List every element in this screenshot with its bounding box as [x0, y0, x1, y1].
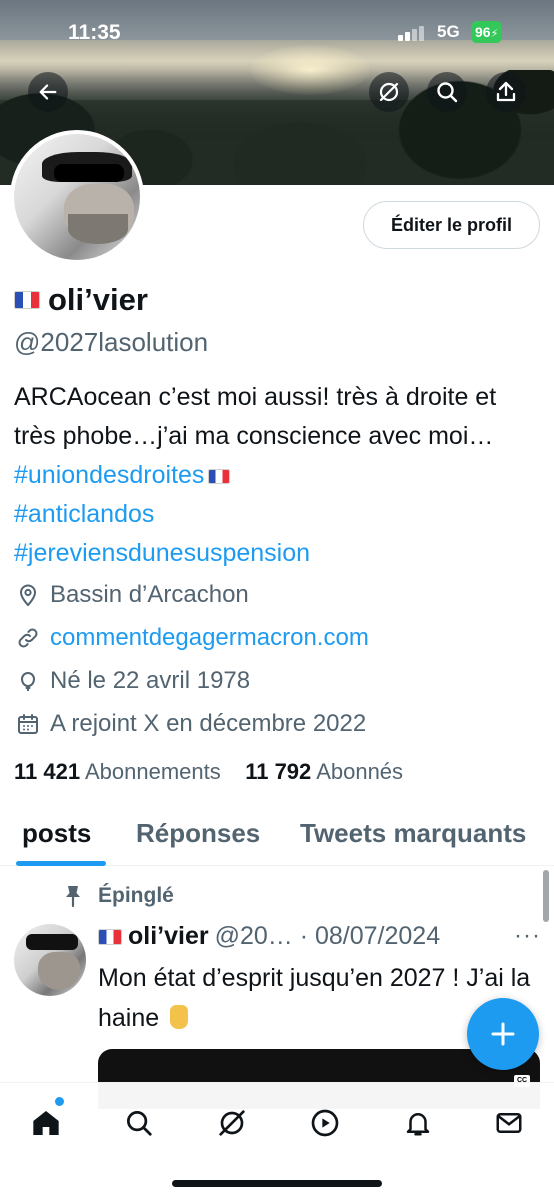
location-row: Bassin d’Arcachon [16, 580, 546, 610]
birthday-row: Né le 22 avril 1978 [16, 666, 546, 696]
search-icon [437, 82, 458, 103]
avatar-photo [14, 134, 140, 260]
follow-counts: 11 421 Abonnements 11 792 Abonnés [14, 759, 403, 785]
status-bar: 11:35 5G 96⚡ [0, 0, 554, 62]
following-link[interactable]: 11 421 Abonnements [14, 759, 221, 784]
signal-icon [398, 25, 428, 41]
followers-count: 11 792 [245, 759, 312, 784]
post-author-name[interactable]: oli’vier [128, 922, 209, 951]
pinned-text: Épinglé [98, 884, 174, 907]
scrollbar[interactable] [543, 870, 549, 922]
share-button[interactable] [486, 72, 526, 112]
post-avatar[interactable] [14, 924, 86, 996]
followers-link[interactable]: 11 792 Abonnés [245, 759, 403, 784]
compose-button[interactable] [467, 998, 539, 1070]
nav-grok[interactable] [210, 1101, 254, 1145]
joined-text: A rejoint X en décembre 2022 [50, 710, 367, 737]
battery-indicator: 96⚡ [471, 21, 503, 43]
location-text: Bassin d’Arcachon [50, 581, 249, 608]
location-pin-icon [19, 584, 37, 607]
pin-icon [66, 886, 80, 908]
pinned-label: Épinglé [62, 884, 174, 908]
network-type: 5G [437, 22, 460, 41]
post-handle-date: @20… · 08/07/2024 [214, 922, 441, 950]
post-header: oli’vier @20… · 08/07/2024 [98, 922, 538, 951]
back-button[interactable] [28, 72, 68, 112]
tab-replies[interactable]: Réponses [136, 818, 260, 849]
followers-label: Abonnés [316, 759, 404, 784]
website-row: commentdegagermacron.com [16, 623, 546, 653]
home-indicator [172, 1180, 382, 1187]
plus-icon [491, 1022, 515, 1046]
home-notification-dot [55, 1097, 64, 1106]
grok-button[interactable] [369, 72, 409, 112]
nav-video[interactable] [303, 1101, 347, 1145]
search-button[interactable] [427, 72, 467, 112]
tab-posts[interactable]: posts [22, 818, 91, 849]
france-flag-icon [98, 928, 122, 945]
profile-name-row: oli’vier [14, 282, 148, 318]
grok-icon [379, 82, 399, 102]
link-icon [18, 628, 38, 648]
profile-name: oli’vier [48, 282, 148, 317]
post-more-button[interactable]: ··· [514, 922, 541, 950]
hashtag-link[interactable]: #anticlandos [14, 500, 154, 528]
joined-row: A rejoint X en décembre 2022 [16, 709, 546, 739]
birthday-text: Né le 22 avril 1978 [50, 667, 251, 694]
hashtag-link[interactable]: #uniondesdroites [14, 461, 204, 489]
profile-avatar[interactable] [10, 130, 144, 264]
status-time: 11:35 [68, 21, 121, 44]
profile-handle: @2027lasolution [14, 327, 209, 357]
profile-bio: ARCAocean c’est moi aussi! très à droite… [14, 378, 544, 573]
nav-search[interactable] [117, 1101, 161, 1145]
following-label: Abonnements [84, 759, 221, 784]
messages-icon [496, 1113, 522, 1133]
nav-messages[interactable] [487, 1101, 531, 1145]
arrow-left-icon [39, 84, 57, 100]
following-count: 11 421 [14, 759, 81, 784]
hashtag-link[interactable]: #jereviensdunesuspension [14, 539, 310, 567]
notifications-icon [406, 1113, 430, 1136]
video-icon [311, 1109, 339, 1137]
france-flag-icon [14, 291, 40, 309]
tab-highlights[interactable]: Tweets marquants [300, 818, 526, 849]
share-icon [496, 81, 516, 102]
home-icon [33, 1111, 59, 1135]
profile-tabs: posts Réponses Tweets marquants [0, 806, 554, 866]
france-flag-icon [208, 469, 231, 484]
search-icon [127, 1111, 152, 1136]
middle-finger-emoji [170, 1005, 189, 1029]
calendar-icon [18, 714, 38, 734]
edit-profile-button[interactable]: Éditer le profil [363, 201, 540, 249]
grok-icon [219, 1110, 245, 1136]
nav-home[interactable] [24, 1101, 68, 1145]
nav-notifications[interactable] [396, 1101, 440, 1145]
bio-text: ARCAocean c’est moi aussi! très à droite… [14, 383, 497, 450]
balloon-icon [21, 672, 35, 691]
website-link[interactable]: commentdegagermacron.com [50, 624, 369, 652]
active-tab-indicator [16, 861, 106, 866]
